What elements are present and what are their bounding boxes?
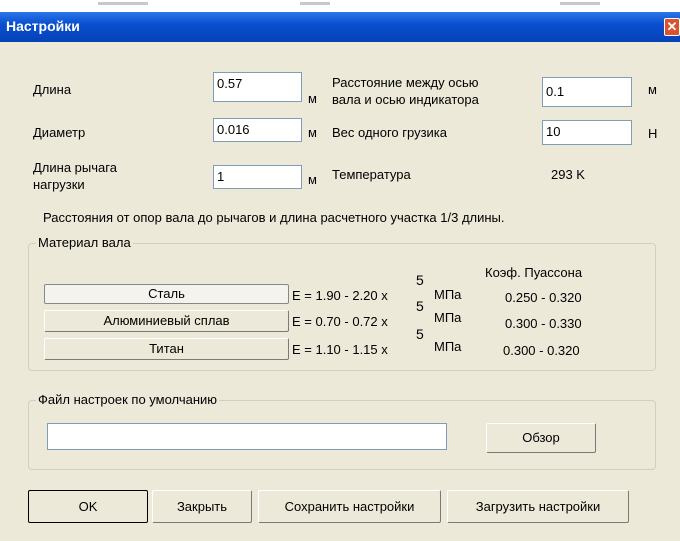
axis-distance-label-2: вала и осью индикатора [332,92,479,107]
distance-note: Расстояния от опор вала до рычагов и дли… [43,210,505,225]
diameter-input[interactable]: 0.016 [213,118,302,142]
top-strip-segment [560,2,600,5]
temperature-value: 293 K [551,167,585,182]
window-title: Настройки [6,18,80,34]
browse-button[interactable]: Обзор [486,423,596,453]
steel-button[interactable]: Сталь [44,284,289,304]
steel-unit: МПа [434,287,462,302]
default-file-path-input[interactable] [47,423,447,450]
material-group-legend: Материал вала [36,235,133,250]
steel-poisson: 0.250 - 0.320 [505,290,582,305]
steel-exponent: 5 [416,272,424,288]
titanium-unit: МПа [434,339,462,354]
titanium-modulus: E = 1.10 - 1.15 x [292,342,388,357]
titanium-poisson: 0.300 - 0.320 [503,343,580,358]
diameter-label: Диаметр [33,125,86,140]
lever-length-label-1: Длина рычага [33,160,117,175]
weight-label: Вес одного грузика [332,125,448,140]
poisson-header: Коэф. Пуассона [485,265,583,280]
length-unit: м [308,91,317,106]
load-settings-button[interactable]: Загрузить настройки [447,490,629,523]
save-settings-button[interactable]: Сохранить настройки [258,490,441,523]
aluminium-modulus: E = 0.70 - 0.72 x [292,314,388,329]
top-strip-segment [300,2,330,5]
aluminium-poisson: 0.300 - 0.330 [505,316,582,331]
weight-unit: Н [648,126,658,141]
close-icon[interactable]: ✕ [664,18,680,36]
aluminium-exponent: 5 [416,298,424,314]
title-bar: Настройки [0,12,680,42]
weight-input[interactable]: 10 [542,120,632,145]
temperature-label: Температура [332,167,411,182]
close-button[interactable]: Закрыть [152,490,252,523]
length-input[interactable]: 0.57 [213,72,302,102]
length-label: Длина [33,82,72,97]
diameter-unit: м [308,125,317,140]
default-file-group-legend: Файл настроек по умолчанию [36,392,220,407]
axis-distance-label-1: Расстояние между осью [332,75,479,90]
lever-length-unit: м [308,172,317,187]
aluminium-button[interactable]: Алюминиевый сплав [44,310,289,332]
titanium-exponent: 5 [416,326,424,342]
steel-modulus: E = 1.90 - 2.20 x [292,288,388,303]
lever-length-label-2: нагрузки [33,177,85,192]
aluminium-unit: МПа [434,310,462,325]
top-strip-segment [98,2,148,5]
top-strip [0,0,680,12]
lever-length-input[interactable]: 1 [213,165,302,189]
titanium-button[interactable]: Титан [44,338,289,360]
ok-button[interactable]: OK [28,490,148,523]
axis-distance-input[interactable]: 0.1 [542,77,632,107]
axis-distance-unit: м [648,82,657,97]
